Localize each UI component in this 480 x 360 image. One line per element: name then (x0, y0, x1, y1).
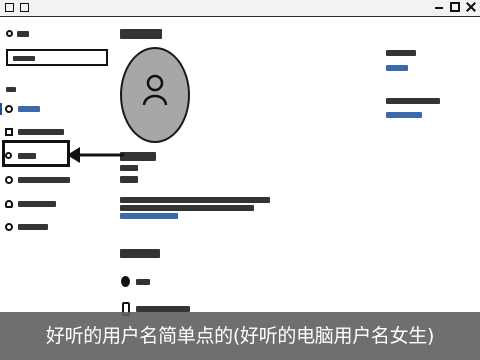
page-title (120, 29, 162, 39)
search-placeholder (13, 56, 35, 61)
user-name (120, 152, 156, 161)
sidebar-item-icon (5, 200, 13, 208)
avatar[interactable] (120, 47, 190, 143)
back-arrow-icon[interactable] (5, 3, 14, 12)
face-icon[interactable] (121, 276, 130, 287)
description-line (120, 197, 270, 203)
nav-section-header (6, 87, 16, 92)
user-account-type (120, 165, 138, 171)
sidebar-item-6[interactable] (0, 219, 110, 235)
sidebar-item-icon (5, 128, 13, 136)
sidebar-item-label (18, 106, 40, 112)
sidebar-item-icon (5, 176, 13, 184)
minimize-button[interactable] (434, 2, 444, 12)
description-link[interactable] (120, 213, 178, 219)
annotation-arrow-icon (67, 147, 124, 163)
related-heading (386, 98, 440, 104)
maximize-button[interactable] (450, 2, 460, 12)
sidebar-item-icon (5, 223, 13, 231)
related-link[interactable] (386, 65, 408, 71)
nav-home-label[interactable] (17, 31, 29, 37)
default-user-icon (142, 74, 168, 106)
annotation-highlight-box (2, 140, 70, 167)
sidebar-item-1[interactable] (0, 101, 110, 117)
sidebar-item-label (18, 224, 48, 230)
section-header (120, 249, 160, 258)
user-role-badge (120, 176, 138, 183)
related-heading (386, 50, 416, 56)
option-label[interactable] (136, 279, 150, 285)
sidebar-item-5[interactable] (0, 196, 110, 212)
search-input[interactable] (6, 49, 108, 66)
sidebar-item-label (18, 129, 64, 135)
related-link[interactable] (386, 112, 422, 118)
sidebar-item-label (18, 177, 70, 183)
sidebar-item-2[interactable] (0, 124, 110, 140)
close-button[interactable] (466, 2, 476, 12)
sidebar-item-4[interactable] (0, 172, 110, 188)
app-icon (20, 3, 29, 12)
home-icon[interactable] (6, 30, 13, 37)
caption-banner: 好听的用户名简单点的(好听的电脑用户名女生) (0, 312, 480, 360)
sidebar-item-label (18, 201, 56, 207)
description-line (120, 205, 254, 211)
sidebar-item-icon (5, 105, 13, 113)
title-bar (0, 0, 480, 17)
